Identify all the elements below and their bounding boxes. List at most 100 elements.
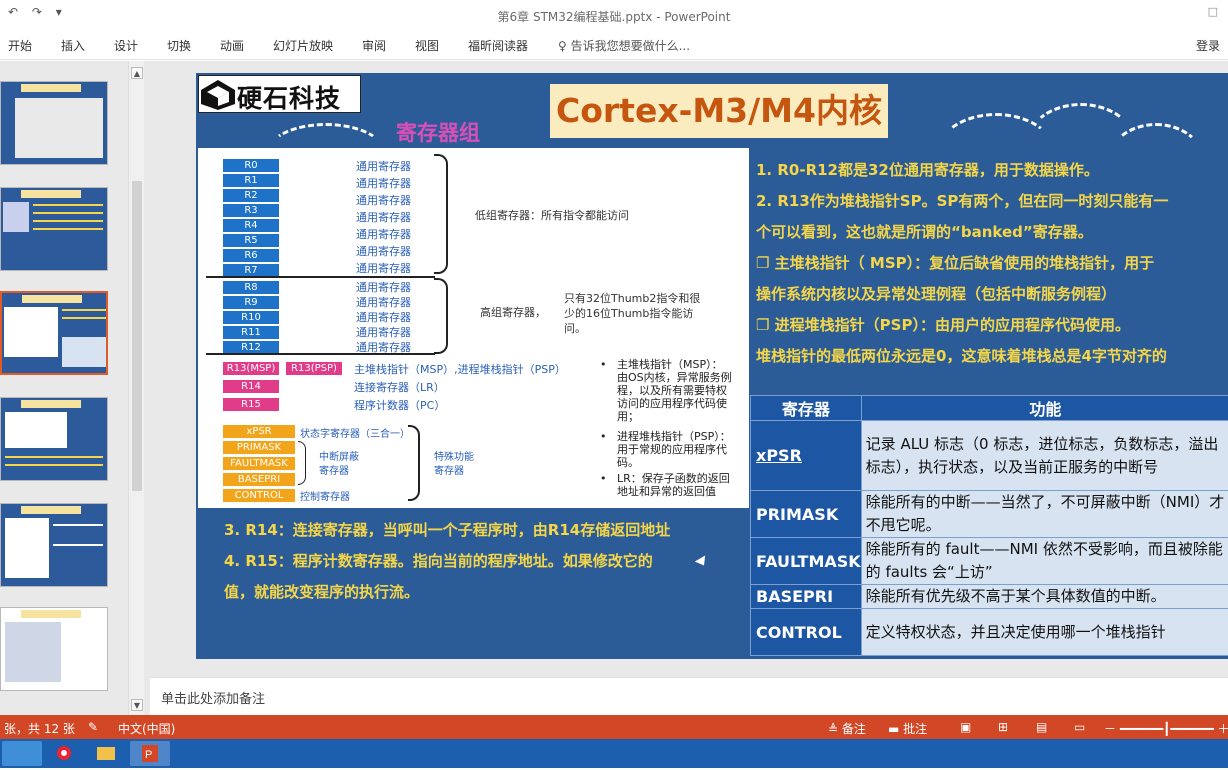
xpsr-label: 状态字寄存器（三合一） [300, 425, 410, 440]
normal-view-icon[interactable]: ▣ [960, 720, 971, 734]
slide-thumbnail-selected[interactable] [0, 291, 108, 375]
slide-title: Cortex-M3/M4内核 [550, 84, 888, 138]
windows-taskbar: P [0, 739, 1228, 768]
r13-label: 主堆栈指针（MSP）,进程堆栈指针（PSP） [354, 361, 566, 377]
table-cell-desc: 记录 ALU 标志（0 标志，进位标志，负数标志，溢出标志），执行状态，以及当前… [861, 421, 1228, 491]
thumbnail-title [21, 190, 81, 198]
reg-r1: R1 [223, 174, 279, 187]
slide-canvas[interactable]: 硬石科技 Cortex-M3/M4内核 寄存器组 R0 R1 R2 R3 R4 … [196, 73, 1228, 659]
explorer-icon[interactable] [86, 741, 126, 766]
zoom-slider[interactable]: － ━━━━━━┃━━━━━━ ＋ [1104, 720, 1228, 737]
ribbon-tabs: 开始 插入 设计 切换 动画 幻灯片放映 审阅 视图 福昕阅读器 ♀ 告诉我您想… [0, 30, 1228, 60]
reg-r14: R14 [223, 380, 279, 393]
table-cell-name[interactable]: xPSR [751, 421, 862, 491]
thumbnail-image [3, 202, 29, 232]
thumbnail-title [22, 295, 82, 303]
thumbnail-title [21, 84, 81, 92]
reading-view-icon[interactable]: ▤ [1036, 720, 1047, 734]
slide-thumbnail[interactable] [0, 503, 108, 587]
general-label: 通用寄存器 [356, 175, 411, 191]
reg-faultmask: FAULTMASK [223, 457, 295, 470]
reg-r11: R11 [223, 326, 279, 339]
scrollbar-thumb[interactable] [132, 181, 142, 491]
table-cell-name: CONTROL [751, 609, 862, 656]
bullet-lr: • LR：保存子函数的返回 地址和异常的返回值 [600, 472, 730, 498]
thumbnail-text [33, 228, 103, 230]
reg-basepri: BASEPRI [223, 473, 295, 486]
table-cell-name: PRIMASK [751, 491, 862, 538]
thumbnail-text [33, 220, 103, 222]
tab-transitions[interactable]: 切换 [167, 37, 191, 54]
register-function-table: 寄存器 功能 xPSR 记录 ALU 标志（0 标志，进位标志，负数标志，溢出标… [750, 395, 1228, 656]
svg-text:P: P [145, 749, 152, 761]
slide-thumbnail[interactable] [0, 397, 108, 481]
tab-insert[interactable]: 插入 [61, 37, 85, 54]
tab-slideshow[interactable]: 幻灯片放映 [273, 37, 333, 54]
bottom-line-2: 4. R15：程序计数寄存器。指向当前的程序地址。如果修改它的 [224, 546, 653, 577]
tab-foxit[interactable]: 福昕阅读器 [468, 37, 528, 54]
slide-thumbnail[interactable] [0, 81, 108, 165]
record-icon[interactable] [44, 741, 84, 766]
notes-pane[interactable]: 单击此处添加备注 [150, 677, 1228, 715]
scroll-up-icon[interactable]: ▲ [131, 67, 143, 79]
bullet-line: 码。 [600, 456, 731, 469]
reg-r8: R8 [223, 281, 279, 294]
slide-thumbnail[interactable] [0, 187, 108, 271]
general-label: 通用寄存器 [356, 324, 411, 340]
powerpoint-icon[interactable]: P [130, 741, 170, 766]
thumbnail-diagram [4, 307, 58, 357]
scroll-down-icon[interactable]: ▼ [131, 699, 143, 711]
comments-button[interactable]: ▬ 批注 [888, 720, 927, 737]
thumbnail-text [53, 524, 103, 526]
slide-sorter-icon[interactable]: ⊞ [998, 720, 1008, 734]
record-glyph [44, 741, 84, 766]
thumbnail-diagram [5, 622, 61, 682]
reg-r9: R9 [223, 296, 279, 309]
right-line-7: 堆栈指针的最低两位永远是0，这意味着堆栈总是4字节对齐的 [756, 341, 1167, 372]
start-icon[interactable] [2, 741, 42, 766]
tab-view[interactable]: 视图 [415, 37, 439, 54]
notes-button[interactable]: ≜ 备注 [828, 720, 866, 737]
thumbnail-scrollbar[interactable]: ▲ ▼ [128, 61, 144, 715]
tab-animations[interactable]: 动画 [220, 37, 244, 54]
window-title: 第6章 STM32编程基础.pptx - PowerPoint [0, 8, 1228, 25]
network-icon[interactable] [1204, 741, 1224, 766]
folder-glyph [86, 741, 126, 766]
company-logo: 硬石科技 [198, 75, 361, 113]
tell-me-search[interactable]: ♀ 告诉我您想要做什么... [558, 37, 690, 54]
right-line-5: 操作系统内核以及异常处理例程（包括中断服务例程） [756, 279, 1116, 310]
general-label: 通用寄存器 [356, 279, 411, 295]
tab-review[interactable]: 审阅 [362, 37, 386, 54]
login-button[interactable]: 登录 [1196, 37, 1220, 54]
reg-xpsr: xPSR [223, 425, 295, 438]
slideshow-icon[interactable]: ▭ [1074, 720, 1085, 734]
slide-count: 张，共 12 张 [4, 720, 75, 737]
language-indicator[interactable]: 中文(中国) [118, 720, 175, 737]
table-header: 功能 [861, 396, 1228, 421]
table-cell-desc: 除能所有的 fault——NMI 依然不受影响，而且被除能的 faults 会“… [861, 538, 1228, 585]
right-line-4: ❐ 主堆栈指针（ MSP）：复位后缺省使用的堆栈指针，用于 [756, 248, 1154, 279]
mask-brace [298, 441, 306, 485]
thumbnail-diagram [5, 518, 49, 578]
tray-arrow-icon[interactable] [1180, 741, 1200, 766]
bullet-msp: • 主堆栈指针（MSP）： 由OS内核，异常服务例 程，以及所有需要特权 访问的… [600, 358, 732, 423]
table-header: 寄存器 [751, 396, 862, 421]
general-label: 通用寄存器 [356, 309, 411, 325]
spellcheck-icon[interactable]: ✎ [88, 720, 98, 734]
table-row: FAULTMASK 除能所有的 fault——NMI 依然不受影响，而且被除能的… [751, 538, 1228, 585]
tell-me-text: 告诉我您想要做什么... [571, 39, 690, 53]
tab-home[interactable]: 开始 [8, 37, 32, 54]
tab-design[interactable]: 设计 [114, 37, 138, 54]
keyboard-icon[interactable] [1150, 741, 1170, 766]
restore-icon[interactable]: □ [1208, 5, 1218, 18]
table-row: xPSR 记录 ALU 标志（0 标志，进位标志，负数标志，溢出标志），执行状态… [751, 421, 1228, 491]
bullet-line: 访问的应用程序代码使 [600, 397, 732, 410]
r14-label: 连接寄存器（LR） [354, 379, 445, 395]
bullet-line: 程，以及所有需要特权 [600, 384, 732, 397]
general-label: 通用寄存器 [356, 209, 411, 225]
thumbnail-text [53, 544, 103, 546]
bottom-line-3: 值，就能改变程序的执行流。 [224, 577, 419, 608]
reg-r13-msp: R13(MSP) [223, 362, 279, 375]
thumbnail-text [5, 456, 103, 458]
slide-thumbnail[interactable] [0, 607, 108, 691]
